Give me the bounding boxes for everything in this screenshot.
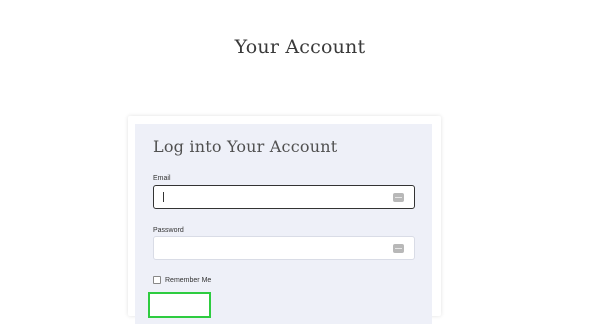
password-field[interactable] (168, 237, 386, 259)
password-manager-key-icon[interactable] (393, 244, 404, 253)
remember-me-label: Remember Me (165, 276, 212, 284)
text-caret (163, 192, 164, 202)
password-field-wrapper[interactable] (153, 236, 415, 260)
login-heading: Log into Your Account (153, 137, 338, 156)
email-label: Email (153, 175, 171, 182)
login-button[interactable] (148, 292, 211, 318)
page-title: Your Account (234, 36, 366, 58)
remember-me-checkbox[interactable] (153, 276, 161, 284)
email-field[interactable] (168, 186, 386, 208)
password-label: Password (153, 227, 184, 234)
password-manager-key-icon[interactable] (393, 193, 404, 202)
login-card: Log into Your Account Email Password Rem… (128, 116, 441, 324)
remember-me-row[interactable]: Remember Me (153, 275, 211, 285)
email-field-wrapper[interactable] (153, 185, 415, 209)
login-form: Log into Your Account Email Password Rem… (135, 124, 432, 324)
